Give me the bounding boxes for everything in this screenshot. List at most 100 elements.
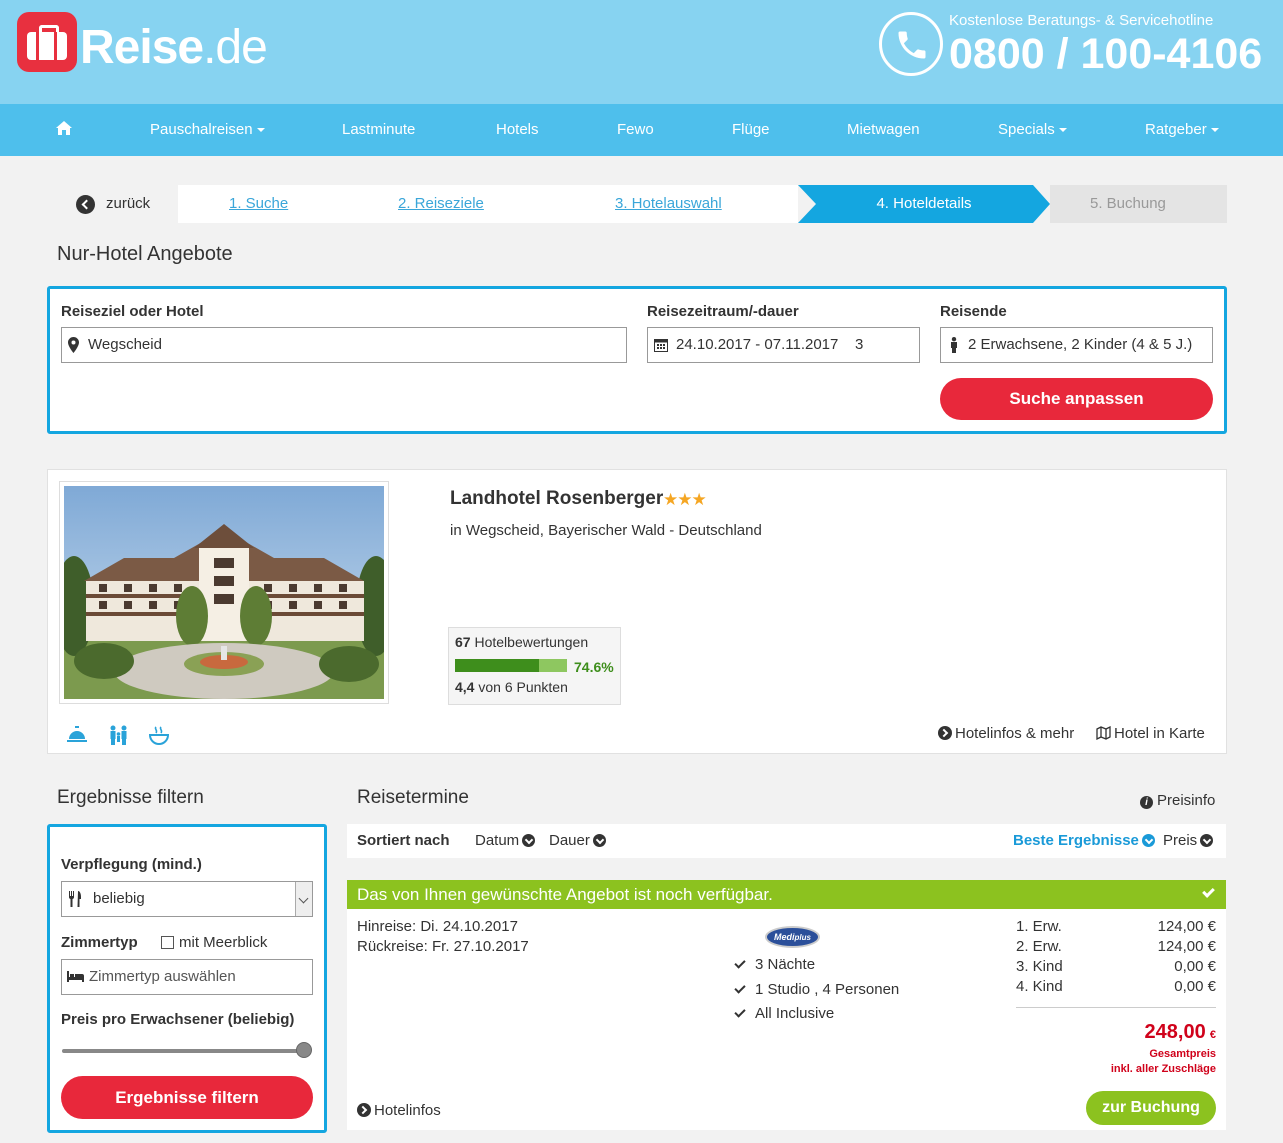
suitcase-logo-icon[interactable] xyxy=(17,12,77,72)
hotline-label: Kostenlose Beratungs- & Servicehotline xyxy=(949,12,1214,29)
step-hoteldetails: 4. Hoteldetails xyxy=(798,185,1050,223)
price-divider xyxy=(1016,1007,1216,1008)
nav-pauschalreisen[interactable]: Pauschalreisen xyxy=(150,104,265,156)
nav-fewo[interactable]: Fewo xyxy=(617,104,654,156)
back-button[interactable]: zurück xyxy=(57,185,178,223)
checkmark-icon xyxy=(1202,885,1215,898)
map-pin-icon xyxy=(68,337,79,353)
spa-icon xyxy=(148,725,172,747)
nav-specials[interactable]: Specials xyxy=(998,104,1067,156)
board-label: Verpflegung (mind.) xyxy=(61,856,202,873)
check-icon xyxy=(734,982,746,994)
calendar-icon xyxy=(654,339,668,352)
availability-banner: Das von Ihnen gewünschte Angebot ist noc… xyxy=(347,880,1226,909)
board-select[interactable]: beliebig xyxy=(61,881,313,917)
hotline-number[interactable]: 0800 / 100-4106 xyxy=(949,30,1262,79)
price-slider[interactable] xyxy=(62,1049,304,1053)
hotel-name: Landhotel Rosenberger xyxy=(450,488,664,509)
nav-hotels[interactable]: Hotels xyxy=(496,104,539,156)
period-label: Reisezeitraum/-dauer xyxy=(647,303,799,320)
chevron-down-icon xyxy=(522,834,536,847)
nav-mietwagen[interactable]: Mietwagen xyxy=(847,104,920,156)
filter-panel: Verpflegung (mind.) beliebig Zimmertyp m… xyxy=(47,824,327,1133)
step-reiseziele[interactable]: 2. Reiseziele xyxy=(398,185,484,223)
sort-date[interactable]: Datum xyxy=(475,824,536,858)
step-buchung: 5. Buchung xyxy=(1050,185,1227,223)
rating-bar-fill xyxy=(455,659,539,672)
completed-steps: 1. Suche 2. Reiseziele 3. Hotelauswahl xyxy=(178,185,798,223)
score-line: 4,4 von 6 Punkten xyxy=(455,679,568,695)
sort-best[interactable]: Beste Ergebnisse xyxy=(1013,824,1155,858)
total-label: Gesamtpreis xyxy=(1149,1048,1216,1060)
chevron-down-icon xyxy=(592,834,606,847)
site-header: Reise.de Kostenlose Beratungs- & Service… xyxy=(0,0,1283,104)
caret-down-icon xyxy=(1210,128,1219,133)
nav-ratgeber[interactable]: Ratgeber xyxy=(1145,104,1219,156)
check-icon xyxy=(734,1006,746,1018)
price-info-link[interactable]: i Preisinfo xyxy=(1140,792,1215,809)
destination-input[interactable]: Wegscheid xyxy=(61,327,627,363)
site-logo[interactable]: Reise.de xyxy=(80,20,268,76)
price-filter-label: Preis pro Erwachsener (beliebig) xyxy=(61,1011,295,1028)
chevron-down-icon xyxy=(1200,834,1214,847)
page-title: Nur-Hotel Angebote xyxy=(57,243,233,265)
main-nav: Pauschalreisen Lastminute Hotels Fewo Fl… xyxy=(0,104,1283,156)
travelers-label: Reisende xyxy=(940,303,1007,320)
rating-percent: 74.6% xyxy=(574,659,614,675)
chevron-down-icon[interactable] xyxy=(295,882,312,916)
sort-price[interactable]: Preis xyxy=(1163,824,1214,858)
feature-nights: 3 Nächte xyxy=(734,956,815,973)
sort-duration[interactable]: Dauer xyxy=(549,824,606,858)
filter-title: Ergebnisse filtern xyxy=(57,787,204,808)
home-icon[interactable] xyxy=(56,104,72,156)
feature-room: 1 Studio , 4 Personen xyxy=(734,981,899,998)
seaview-checkbox[interactable]: mit Meerblick xyxy=(161,934,267,951)
feature-board: All Inclusive xyxy=(734,1005,834,1022)
review-count-line: 67 Hotelbewertungen xyxy=(455,634,589,650)
return-date: Rückreise: Fr. 27.10.2017 xyxy=(357,938,529,955)
rating-box[interactable]: 67 Hotelbewertungen 74.6% 4,4 von 6 Punk… xyxy=(448,627,621,705)
destination-label: Reiseziel oder Hotel xyxy=(61,303,204,320)
rating-bar xyxy=(455,659,567,672)
price-row: 2. Erw. 124,00 € xyxy=(1016,938,1216,955)
outbound-date: Hinreise: Di. 24.10.2017 xyxy=(357,918,518,935)
map-icon xyxy=(1096,725,1111,741)
chevron-right-icon xyxy=(938,726,952,740)
hotel-infos-link[interactable]: Hotelinfos & mehr xyxy=(938,725,1074,742)
reception-bell-icon xyxy=(66,725,90,747)
price-row: 1. Erw. 124,00 € xyxy=(1016,918,1216,935)
travelers-input[interactable]: 2 Erwachsene, 2 Kinder (4 & 5 J.) xyxy=(940,327,1213,363)
chevron-left-icon xyxy=(76,195,95,214)
hotel-map-link[interactable]: Hotel in Karte xyxy=(1096,725,1205,742)
sort-bar: Sortiert nach Datum Dauer Beste Ergebnis… xyxy=(347,824,1226,858)
chevron-right-icon xyxy=(357,1103,371,1117)
hotel-photo[interactable] xyxy=(59,481,389,704)
offer-card: Hinreise: Di. 24.10.2017 Rückreise: Fr. … xyxy=(347,909,1226,1130)
nav-fluege[interactable]: Flüge xyxy=(732,104,770,156)
offer-hotelinfos-link[interactable]: Hotelinfos xyxy=(357,1102,441,1119)
family-icon xyxy=(108,725,132,747)
tour-operator-logo: Mediplus xyxy=(765,926,820,948)
price-row: 4. Kind 0,00 € xyxy=(1016,978,1216,995)
checkbox-icon xyxy=(161,936,174,949)
check-icon xyxy=(734,957,746,969)
booking-steps: zurück 1. Suche 2. Reiseziele 3. Hotelau… xyxy=(57,185,1227,223)
search-submit-button[interactable]: Suche anpassen xyxy=(940,378,1213,420)
room-type-input[interactable]: Zimmertyp auswählen xyxy=(61,959,313,995)
step-suche[interactable]: 1. Suche xyxy=(229,185,288,223)
nav-lastminute[interactable]: Lastminute xyxy=(342,104,415,156)
caret-down-icon xyxy=(1058,128,1067,133)
search-form: Reiseziel oder Hotel Wegscheid Reisezeit… xyxy=(47,286,1227,434)
hotel-location: in Wegscheid, Bayerischer Wald - Deutsch… xyxy=(450,522,762,539)
star-rating-icon: ★★★ xyxy=(663,490,707,509)
room-type-label: Zimmertyp xyxy=(61,934,138,951)
filter-submit-button[interactable]: Ergebnisse filtern xyxy=(61,1076,313,1119)
book-button[interactable]: zur Buchung xyxy=(1086,1091,1216,1125)
info-icon: i xyxy=(1140,796,1153,809)
total-price: 248,00 € xyxy=(1144,1021,1216,1043)
results-title: Reisetermine xyxy=(357,787,469,808)
period-input[interactable]: 24.10.2017 - 07.11.2017 3 xyxy=(647,327,920,363)
price-slider-handle[interactable] xyxy=(296,1042,312,1058)
step-hotelauswahl[interactable]: 3. Hotelauswahl xyxy=(615,185,722,223)
price-row: 3. Kind 0,00 € xyxy=(1016,958,1216,975)
